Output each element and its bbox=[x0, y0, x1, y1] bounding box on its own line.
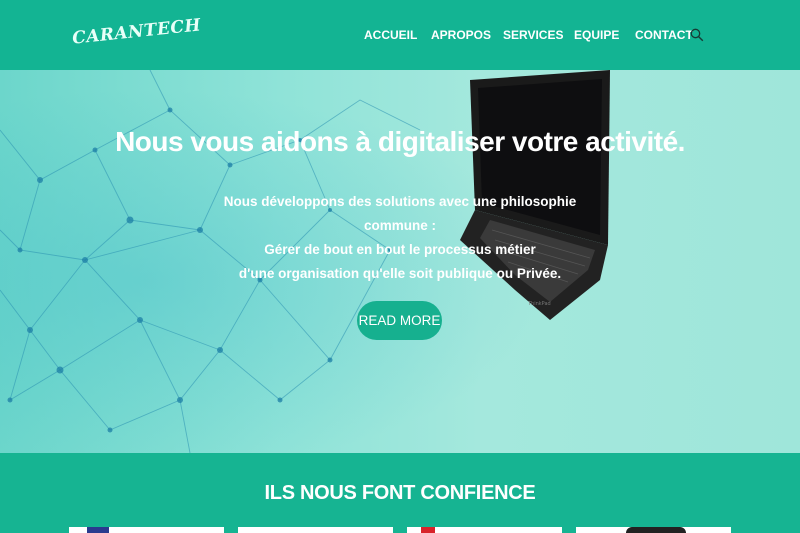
hero-description: Nous développons des solutions avec une … bbox=[200, 190, 600, 286]
partner-logo-card[interactable] bbox=[576, 527, 731, 533]
hero-description-line: Gérer de bout en bout le processus métie… bbox=[264, 242, 536, 257]
search-icon[interactable] bbox=[690, 28, 704, 42]
read-more-button[interactable]: READ MORE bbox=[357, 301, 442, 340]
nav-item-contact[interactable]: CONTACT bbox=[635, 28, 693, 42]
hero-description-line: Nous développons des solutions avec une … bbox=[223, 194, 577, 209]
partner-logo bbox=[87, 527, 109, 533]
hero-title: Nous vous aidons à digitaliser votre act… bbox=[115, 126, 685, 157]
nav-item-services[interactable]: SERVICES bbox=[503, 28, 563, 42]
nav-item-accueil[interactable]: ACCUEIL bbox=[364, 28, 417, 42]
nav-item-equipe[interactable]: EQUIPE bbox=[574, 28, 619, 42]
nav-item-apropos[interactable]: APROPOS bbox=[431, 28, 491, 42]
partners-section: ILS NOUS FONT CONFIENCE bbox=[0, 453, 800, 533]
main-nav: ACCUEIL APROPOS SERVICES EQUIPE CONTACT bbox=[0, 28, 800, 44]
partner-logo bbox=[421, 527, 435, 533]
svg-text:ThinkPad: ThinkPad bbox=[527, 301, 551, 307]
partners-title: ILS NOUS FONT CONFIENCE bbox=[264, 482, 536, 504]
partner-logo bbox=[626, 527, 686, 533]
partner-logo-card[interactable] bbox=[407, 527, 562, 533]
hero-section: ThinkPad Nous vous aidons à digitaliser … bbox=[0, 70, 800, 453]
partner-logo-card[interactable] bbox=[238, 527, 393, 533]
hero-description-line: commune : bbox=[363, 218, 436, 233]
navbar: CARANTECH ACCUEIL APROPOS SERVICES EQUIP… bbox=[0, 0, 800, 70]
partner-logo-card[interactable] bbox=[69, 527, 224, 533]
hero-description-line: d'une organisation qu'elle soit publique… bbox=[238, 266, 562, 281]
